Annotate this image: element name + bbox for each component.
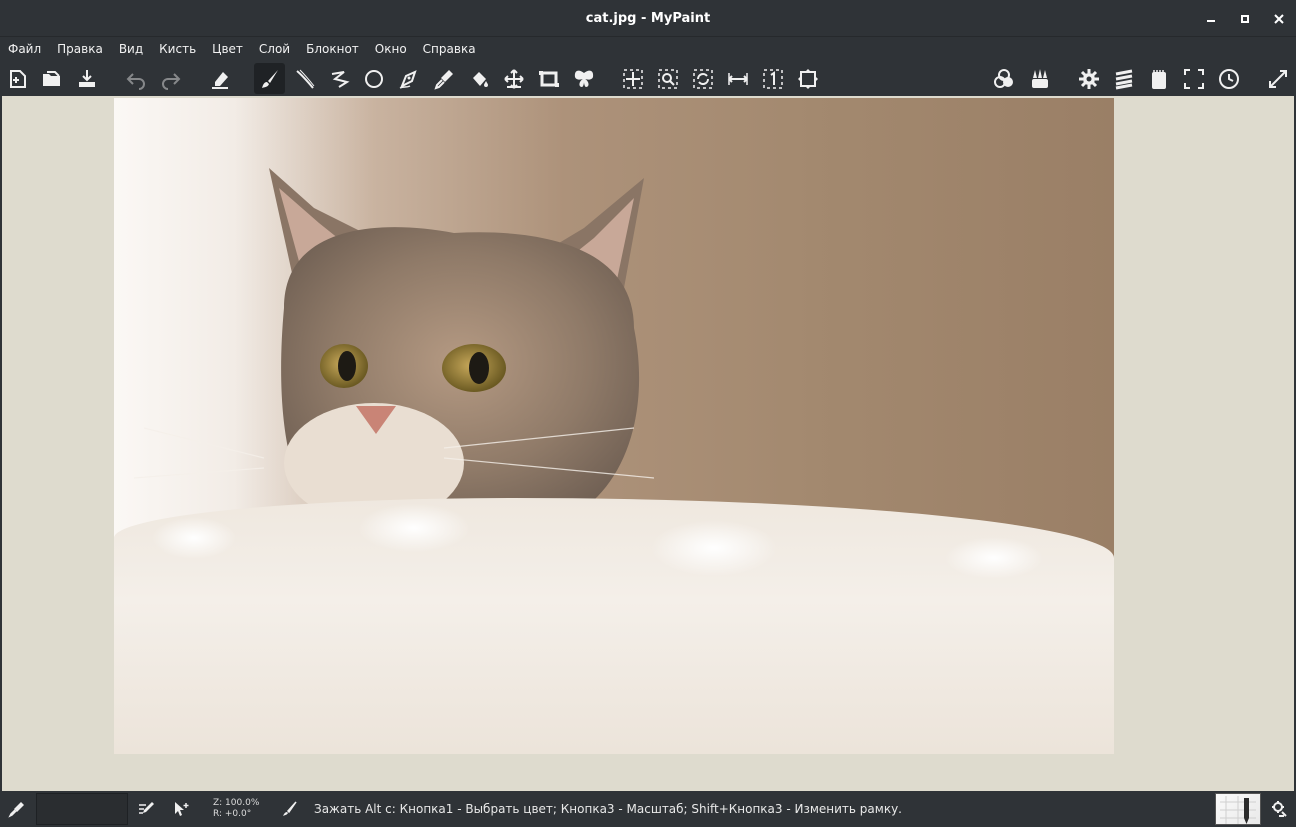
menu-edit[interactable]: Правка [57, 42, 103, 56]
menu-view[interactable]: Вид [119, 42, 143, 56]
pen-curve-icon[interactable] [393, 63, 424, 94]
zoom-rotation-readout: Z: 100.0% R: +0.0° [213, 798, 259, 820]
status-bar: Z: 100.0% R: +0.0° Зажать Alt с: Кнопка1… [0, 791, 1296, 827]
save-file-icon[interactable] [71, 63, 102, 94]
redo-icon[interactable] [155, 63, 186, 94]
fit-view-icon[interactable] [792, 63, 823, 94]
window-controls [1194, 0, 1296, 37]
drawing-canvas[interactable] [0, 96, 1296, 791]
pan-view-icon[interactable] [617, 63, 648, 94]
pencil-icon [1220, 796, 1256, 824]
undo-icon[interactable] [120, 63, 151, 94]
color-panels-icon[interactable] [988, 63, 1019, 94]
brush-settings-icon[interactable] [1268, 798, 1290, 820]
inking-line-icon[interactable] [289, 63, 320, 94]
status-message: Зажать Alt с: Кнопка1 - Выбрать цвет; Кн… [314, 802, 902, 816]
eraser-icon[interactable] [204, 63, 235, 94]
menu-scratchpad[interactable]: Блокнот [306, 42, 359, 56]
main-toolbar [0, 61, 1296, 96]
layers-icon[interactable] [1108, 63, 1139, 94]
menu-bar: Файл Правка Вид Кисть Цвет Слой Блокнот … [0, 37, 1296, 61]
brush-panels-icon[interactable] [1024, 63, 1055, 94]
title-bar: cat.jpg - MyPaint [0, 0, 1296, 37]
menu-file[interactable]: Файл [8, 42, 41, 56]
maximize-icon[interactable] [1228, 0, 1262, 37]
document-image[interactable] [114, 98, 1114, 754]
edit-brush-icon[interactable] [135, 798, 157, 820]
rotate-view-icon[interactable] [687, 63, 718, 94]
symmetry-icon[interactable] [568, 63, 599, 94]
window-title: cat.jpg - MyPaint [585, 10, 711, 26]
zoom-view-icon[interactable] [652, 63, 683, 94]
freehand-brush-icon[interactable] [254, 63, 285, 94]
minimize-icon[interactable] [1194, 0, 1228, 37]
brush-status-icon [278, 798, 300, 820]
expand-icon[interactable] [1262, 63, 1293, 94]
menu-help[interactable]: Справка [423, 42, 476, 56]
mirror-view-icon[interactable] [722, 63, 753, 94]
color-picker-icon[interactable] [6, 798, 28, 820]
current-color-swatch[interactable] [36, 793, 128, 825]
scratchpad-icon[interactable] [1143, 63, 1174, 94]
menu-brush[interactable]: Кисть [159, 42, 196, 56]
menu-window[interactable]: Окно [375, 42, 407, 56]
connected-lines-icon[interactable] [324, 63, 355, 94]
fullscreen-icon[interactable] [1178, 63, 1209, 94]
menu-color[interactable]: Цвет [212, 42, 243, 56]
new-document-icon[interactable] [2, 63, 33, 94]
history-icon[interactable] [1213, 63, 1244, 94]
open-file-icon[interactable] [36, 63, 67, 94]
layer-add-icon[interactable] [170, 798, 192, 820]
close-icon[interactable] [1262, 0, 1296, 37]
menu-layer[interactable]: Слой [259, 42, 290, 56]
brush-preview[interactable] [1215, 793, 1261, 825]
color-picker-icon[interactable] [428, 63, 459, 94]
layer-move-icon[interactable] [498, 63, 529, 94]
ellipse-icon[interactable] [358, 63, 389, 94]
reset-view-icon[interactable] [757, 63, 788, 94]
fluffy-rug [114, 498, 1114, 754]
zoom-readout: Z: 100.0% [213, 798, 260, 808]
flood-fill-icon[interactable] [463, 63, 494, 94]
preferences-icon[interactable] [1073, 63, 1104, 94]
rotation-readout: R: +0.0° [213, 809, 252, 819]
frame-icon[interactable] [533, 63, 564, 94]
